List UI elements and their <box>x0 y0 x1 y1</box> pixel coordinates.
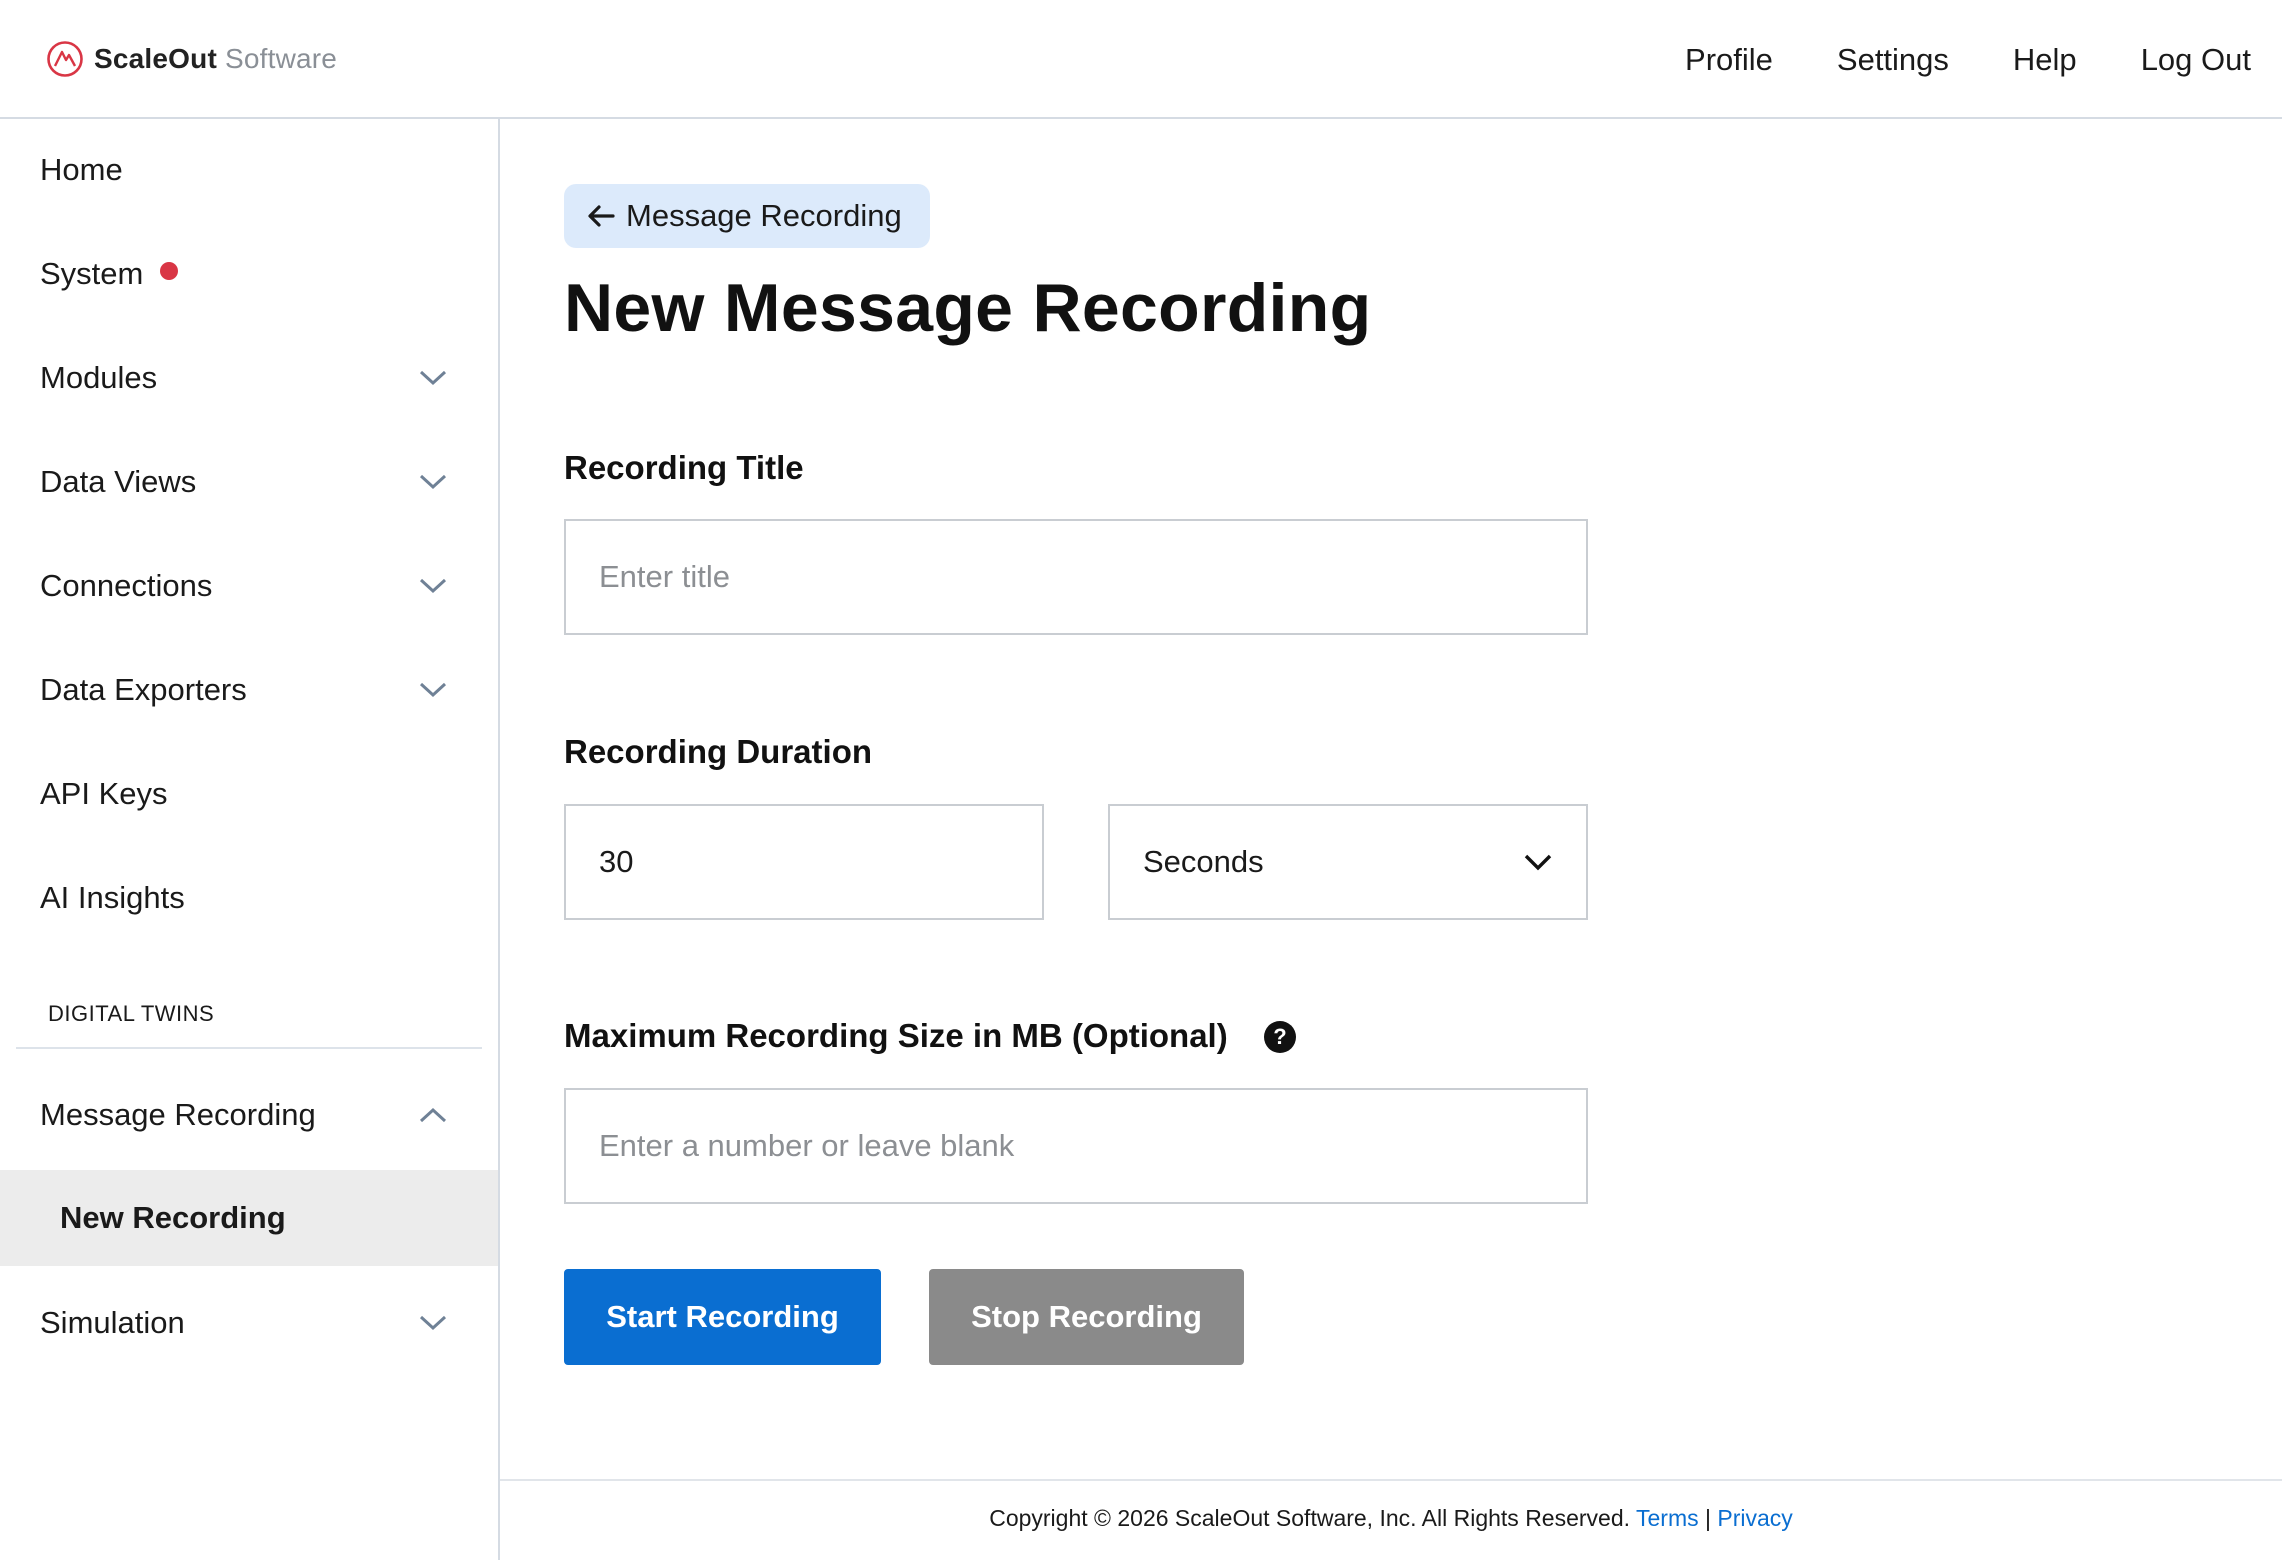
brand-name: ScaleOut <box>94 43 217 74</box>
footer-separator: | <box>1705 1505 1711 1531</box>
sidebar-item-connections[interactable]: Connections <box>0 541 498 631</box>
back-to-message-recording-button[interactable]: Message Recording <box>564 184 930 248</box>
sidebar-item-api-keys[interactable]: API Keys <box>0 749 498 839</box>
sidebar-item-system[interactable]: System <box>0 229 498 319</box>
privacy-link[interactable]: Privacy <box>1717 1505 1792 1531</box>
help-question-icon[interactable]: ? <box>1264 1021 1296 1053</box>
nav-profile-link[interactable]: Profile <box>1685 38 1773 82</box>
sidebar-item-ai-insights[interactable]: AI Insights <box>0 853 498 943</box>
duration-unit-value: Seconds <box>1143 844 1264 879</box>
sidebar-item-label: API Keys <box>40 776 168 811</box>
sidebar-divider <box>16 1047 482 1049</box>
nav-settings-link[interactable]: Settings <box>1837 38 1949 82</box>
duration-value-input[interactable] <box>564 804 1044 920</box>
sidebar-subitem-new-recording[interactable]: New Recording <box>0 1170 498 1266</box>
brand-suffix: Software <box>224 43 338 74</box>
chevron-down-icon <box>419 370 447 386</box>
sidebar-item-modules[interactable]: Modules <box>0 333 498 423</box>
sidebar-item-label: Modules <box>40 360 158 395</box>
terms-link[interactable]: Terms <box>1636 1505 1699 1531</box>
chevron-down-icon <box>419 682 447 698</box>
stop-recording-button[interactable]: Stop Recording <box>929 1269 1244 1365</box>
chevron-down-icon <box>419 1315 447 1331</box>
sidebar-item-data-views[interactable]: Data Views <box>0 437 498 527</box>
chevron-down-icon <box>419 474 447 490</box>
recording-title-label: Recording Title <box>564 449 804 486</box>
sidebar-item-label: Home <box>40 152 123 187</box>
copyright-text: Copyright © 2026 ScaleOut Software, Inc.… <box>989 1505 1631 1531</box>
chevron-up-icon <box>419 1107 447 1123</box>
top-nav: Profile Settings Help Log Out <box>1685 38 2251 82</box>
main-content: Message Recording New Message Recording … <box>500 119 2282 1560</box>
brand-logo[interactable]: ScaleOut Software <box>46 38 337 80</box>
start-recording-button[interactable]: Start Recording <box>564 1269 881 1365</box>
back-button-label: Message Recording <box>626 198 902 233</box>
sidebar-item-message-recording[interactable]: Message Recording <box>0 1070 498 1160</box>
sidebar-item-label: Message Recording <box>40 1097 316 1132</box>
sidebar-item-label: Simulation <box>40 1305 185 1340</box>
top-header: ScaleOut Software Profile Settings Help L… <box>0 0 2282 119</box>
sidebar-item-label: AI Insights <box>40 880 185 915</box>
recording-title-input[interactable] <box>564 519 1588 635</box>
nav-logout-link[interactable]: Log Out <box>2141 38 2251 82</box>
sidebar-item-data-exporters[interactable]: Data Exporters <box>0 645 498 735</box>
max-size-label: Maximum Recording Size in MB (Optional) <box>564 1017 1228 1054</box>
sidebar-item-label: Connections <box>40 568 213 603</box>
arrow-left-icon <box>588 205 615 227</box>
recording-duration-label: Recording Duration <box>564 733 873 770</box>
sidebar-section-digital-twins: DIGITAL TWINS <box>48 1001 215 1026</box>
nav-help-link[interactable]: Help <box>2013 38 2077 82</box>
sidebar-item-home[interactable]: Home <box>0 125 498 215</box>
sidebar-item-label: New Recording <box>60 1200 286 1235</box>
footer: Copyright © 2026 ScaleOut Software, Inc.… <box>500 1505 2282 1532</box>
chevron-down-icon <box>419 578 447 594</box>
sidebar-item-simulation[interactable]: Simulation <box>0 1278 498 1368</box>
sidebar-item-label: System <box>40 256 144 291</box>
sidebar-item-label: Data Views <box>40 464 197 499</box>
scaleout-logo-icon <box>47 41 83 77</box>
max-size-input[interactable] <box>564 1088 1588 1204</box>
status-alert-dot <box>160 262 179 280</box>
footer-divider <box>500 1479 2282 1481</box>
duration-unit-select[interactable]: Seconds <box>1108 804 1588 920</box>
sidebar-item-label: Data Exporters <box>40 672 247 707</box>
chevron-down-icon <box>1524 854 1552 871</box>
page-title: New Message Recording <box>564 270 1372 346</box>
sidebar: Home System Modules Data Views Connectio… <box>0 119 500 1560</box>
